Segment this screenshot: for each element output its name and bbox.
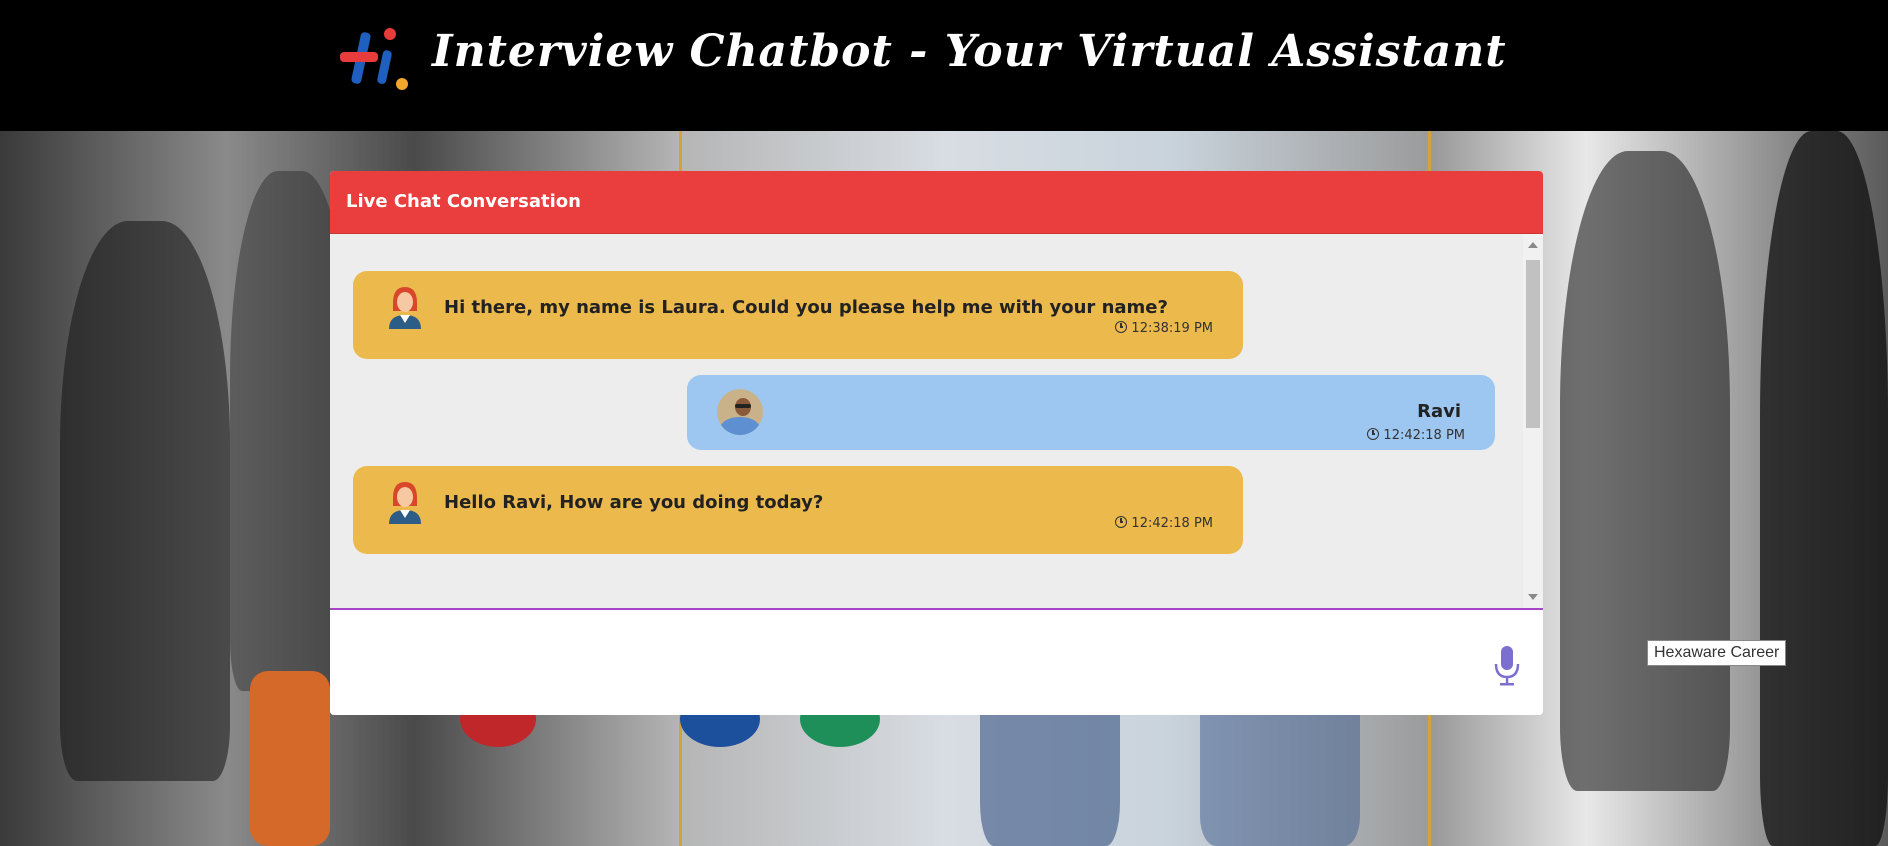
clock-icon xyxy=(1367,428,1380,440)
message-time: 12:42:18 PM xyxy=(1367,428,1465,443)
message-time: 12:42:18 PM xyxy=(1115,516,1213,531)
message-text: Hi there, my name is Laura. Could you pl… xyxy=(444,297,1168,318)
chat-input-area xyxy=(330,608,1543,715)
chat-messages[interactable]: Hi there, my name is Laura. Could you pl… xyxy=(330,234,1543,608)
message-text: Ravi xyxy=(1417,401,1461,422)
scroll-up-arrow-icon[interactable] xyxy=(1528,242,1538,248)
chat-scrollbar[interactable] xyxy=(1523,234,1543,608)
message-time: 12:38:19 PM xyxy=(1115,321,1213,336)
message-text: Hello Ravi, How are you doing today? xyxy=(444,492,824,513)
microphone-icon[interactable] xyxy=(1493,646,1521,686)
bot-message: Hi there, my name is Laura. Could you pl… xyxy=(353,271,1243,359)
chat-window: Live Chat Conversation Hi there, my name… xyxy=(330,171,1543,715)
app-title: Interview Chatbot - Your Virtual Assista… xyxy=(432,26,1507,77)
message-input[interactable] xyxy=(340,620,1464,708)
female-agent-icon xyxy=(389,287,421,329)
scroll-thumb[interactable] xyxy=(1526,260,1540,428)
hexaware-logo-icon xyxy=(340,28,408,90)
scroll-down-arrow-icon[interactable] xyxy=(1528,594,1538,600)
top-header: Interview Chatbot - Your Virtual Assista… xyxy=(0,0,1888,131)
hexaware-career-tooltip: Hexaware Career xyxy=(1647,640,1787,666)
clock-icon xyxy=(1115,516,1128,528)
female-agent-icon xyxy=(389,482,421,524)
chat-heading: Live Chat Conversation xyxy=(330,171,1543,234)
clock-icon xyxy=(1115,321,1128,333)
user-photo-icon xyxy=(717,389,763,435)
bot-message: Hello Ravi, How are you doing today? 12:… xyxy=(353,466,1243,554)
user-message: Ravi 12:42:18 PM xyxy=(687,375,1495,450)
